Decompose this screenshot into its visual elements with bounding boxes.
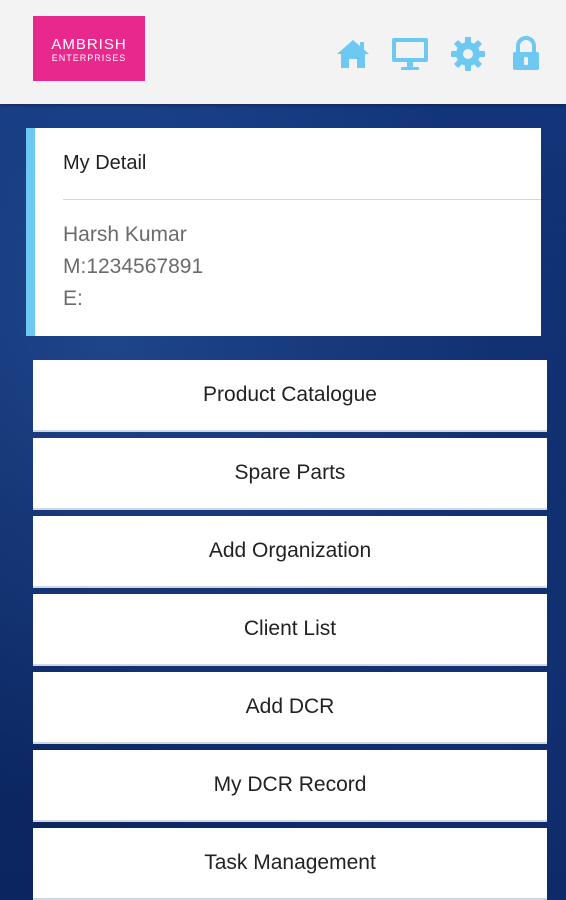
menu-item-spare-parts[interactable]: Spare Parts [33,438,547,510]
menu-item-add-dcr[interactable]: Add DCR [33,672,547,744]
monitor-icon[interactable] [390,34,430,74]
menu-item-add-organization[interactable]: Add Organization [33,516,547,588]
company-logo[interactable]: AMBRISH ENTERPRISES [33,16,145,81]
app-header: AMBRISH ENTERPRISES [0,0,566,104]
home-icon[interactable] [333,34,373,74]
logo-line-1: AMBRISH [51,36,127,53]
menu-item-task-management[interactable]: Task Management [33,828,547,900]
user-mobile: M:1234567891 [63,255,204,278]
detail-divider [63,199,541,200]
menu-item-product-catalogue[interactable]: Product Catalogue [33,360,547,432]
user-email: E: [63,287,83,310]
my-detail-card: My Detail Harsh Kumar M:1234567891 E: [26,128,541,336]
menu-item-client-list[interactable]: Client List [33,594,547,666]
gear-icon[interactable] [448,34,488,74]
user-name: Harsh Kumar [63,223,187,246]
logo-line-2: ENTERPRISES [51,53,127,63]
menu-item-my-dcr-record[interactable]: My DCR Record [33,750,547,822]
lock-icon[interactable] [506,34,546,74]
detail-title: My Detail [63,152,147,174]
